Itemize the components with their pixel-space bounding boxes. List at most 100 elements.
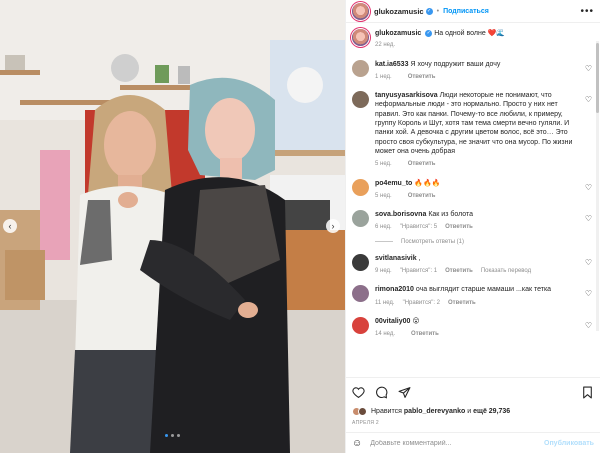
commenter-avatar[interactable] [352, 210, 369, 228]
likes-count[interactable]: ещё 29,736 [473, 408, 510, 415]
add-comment-bar: ☺ Опубликовать [346, 432, 600, 453]
caption-time: 22 нед. [375, 42, 396, 49]
reply-button[interactable]: Ответить [445, 224, 473, 230]
commenter-username[interactable]: rimona2010 [375, 286, 414, 293]
comment-time: 6 нед. [375, 224, 392, 231]
commenter-username[interactable]: svitlanasivik [375, 255, 417, 262]
comment-likes[interactable]: "Нравится": 5 [400, 224, 437, 230]
author-avatar[interactable] [352, 29, 369, 46]
comment-text: 😮 [412, 317, 420, 325]
commenter-avatar[interactable] [352, 253, 369, 271]
emoji-icon[interactable]: ☺ [352, 438, 362, 449]
author-avatar[interactable] [352, 2, 369, 20]
comment-likes[interactable]: "Нравится": 1 [400, 268, 437, 274]
likes-summary: Нравится pablo_derevyanko и ещё 29,736 [352, 407, 594, 416]
comment-icon[interactable] [375, 386, 388, 399]
comment-text: Я хочу подружит ваши дочу [410, 60, 501, 68]
comment-item: po4emu_to 🔥🔥🔥 5 нед. Ответить ♡ [352, 178, 594, 202]
carousel-indicator [0, 434, 345, 437]
commenter-avatar[interactable] [352, 91, 369, 109]
commenter-username[interactable]: po4emu_to [375, 180, 412, 187]
comment-like-heart-icon[interactable]: ♡ [585, 214, 592, 223]
like-heart-icon[interactable] [352, 386, 365, 399]
post-actions: Нравится pablo_derevyanko и ещё 29,736 А… [346, 377, 600, 426]
comment-like-heart-icon[interactable]: ♡ [585, 289, 592, 298]
replies-line [375, 241, 393, 243]
comment-item: tanyusyasarkisova Люди некоторые не пони… [352, 91, 594, 169]
comment-time: 5 нед. [375, 192, 392, 199]
translate-button[interactable]: Показать перевод [481, 268, 531, 274]
chevron-left-icon: ‹ [8, 221, 12, 231]
post-sidebar: glukozamusic ✓ • Подписаться ••• glukoza… [345, 0, 600, 453]
author-username[interactable]: glukozamusic [374, 7, 424, 16]
comments-list[interactable]: glukozamusic ✓ На одной волне ❤️🌊 22 нед… [346, 23, 600, 377]
liker-username[interactable]: pablo_derevyanko [404, 408, 465, 415]
bookmark-icon[interactable] [581, 386, 594, 399]
header-dot-separator: • [436, 7, 440, 15]
comment-text: , [418, 254, 421, 262]
comment-time: 5 нед. [375, 161, 392, 168]
comment-like-heart-icon[interactable]: ♡ [585, 95, 592, 104]
comment-text: Люди некоторые не понимают, что неформал… [375, 92, 573, 155]
commenter-username[interactable]: kat.ia6533 [375, 61, 408, 68]
comment-time: 14 нед. [375, 331, 396, 338]
likes-middle: и [467, 408, 472, 415]
commenter-username[interactable]: sova.borisovna [375, 211, 426, 218]
publish-button[interactable]: Опубликовать [544, 440, 594, 447]
comment-input[interactable] [370, 439, 544, 447]
verified-icon: ✓ [425, 29, 433, 37]
comment-like-heart-icon[interactable]: ♡ [585, 64, 592, 73]
commenter-username[interactable]: tanyusyasarkisova [375, 92, 438, 99]
comment-text: 🔥🔥🔥 [414, 179, 441, 187]
share-icon[interactable] [398, 386, 411, 399]
photo-image [0, 0, 345, 453]
comments-scrollbar[interactable] [595, 23, 600, 377]
comment-text: Как из болота [428, 211, 474, 219]
reply-button[interactable]: Ответить [448, 300, 476, 306]
comment-time: 1 нед. [375, 73, 392, 80]
comment-like-heart-icon[interactable]: ♡ [585, 321, 592, 330]
comment-like-heart-icon[interactable]: ♡ [585, 183, 592, 192]
comment-item: svitlanasivik , 9 нед. "Нравится": 1 Ответи… [352, 253, 594, 277]
commenter-avatar[interactable] [352, 59, 369, 77]
comment-item: 00vitaliy00 😮 14 нед. Ответить ♡ [352, 316, 594, 340]
view-replies-button[interactable]: Посмотреть ответы (1) [375, 239, 594, 245]
view-replies-label: Посмотреть ответы (1) [401, 238, 465, 245]
reply-button[interactable]: Ответить [411, 331, 439, 337]
liker-avatar[interactable] [358, 407, 367, 416]
next-photo-button[interactable]: › [326, 219, 340, 233]
reply-button[interactable]: Ответить [408, 161, 436, 167]
commenter-avatar[interactable] [352, 285, 369, 303]
post-header: glukozamusic ✓ • Подписаться ••• [346, 0, 600, 23]
reply-button[interactable]: Ответить [445, 268, 473, 274]
caption-username[interactable]: glukozamusic [375, 30, 421, 37]
comment-time: 11 нед. [375, 299, 395, 306]
carousel-dot [171, 434, 174, 437]
reply-button[interactable]: Ответить [408, 193, 436, 199]
reply-button[interactable]: Ответить [408, 74, 436, 80]
chevron-right-icon: › [331, 221, 335, 231]
post-date: АПРЕЛЯ 2 [352, 420, 380, 426]
commenter-avatar[interactable] [352, 178, 369, 196]
commenter-username[interactable]: 00vitaliy00 [375, 318, 410, 325]
comment-item: rimona2010 оча выглядит старше мамаши ..… [352, 285, 594, 308]
scrollbar-thumb[interactable] [596, 43, 599, 113]
previous-photo-button[interactable]: ‹ [3, 219, 17, 233]
comment-container: kat.ia6533 Я хочу подружит ваши дочу 1 не… [352, 59, 594, 340]
likes-prefix: Нравится [371, 408, 402, 415]
comment-like-heart-icon[interactable]: ♡ [585, 258, 592, 267]
caption-emojis: ❤️🌊 [487, 30, 506, 37]
carousel-dot [177, 434, 180, 437]
comment-item: kat.ia6533 Я хочу подружит ваши дочу 1 не… [352, 59, 594, 83]
comment-text: оча выглядит старше мамаши ...как тетка [415, 286, 552, 294]
comment-time: 9 нед. [375, 268, 392, 275]
caption-text: На одной волне [434, 30, 486, 37]
comment-item: sova.borisovna Как из болота 6 нед. "Нрави… [352, 210, 594, 233]
commenter-avatar[interactable] [352, 316, 369, 334]
post-photo[interactable]: ‹ › [0, 0, 345, 453]
carousel-dot [165, 434, 168, 437]
more-options-icon[interactable]: ••• [580, 6, 594, 17]
post-modal: ‹ › glukozamusic ✓ • Подписаться ••• glu… [0, 0, 600, 453]
follow-button[interactable]: Подписаться [443, 8, 489, 15]
comment-likes[interactable]: "Нравится": 2 [403, 300, 440, 306]
